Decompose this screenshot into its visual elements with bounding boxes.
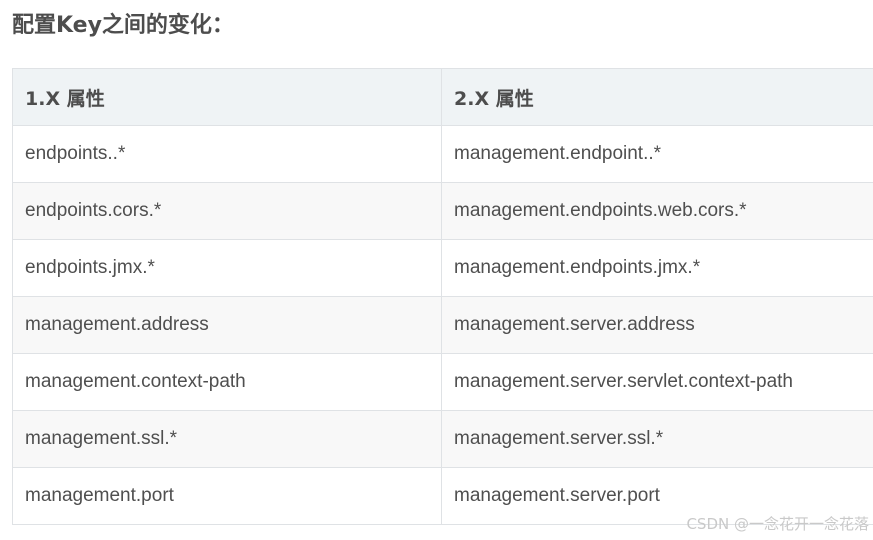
cell-2x-property: management.endpoints.web.cors.* — [441, 182, 873, 240]
column-header-1x: 1.X 属性 — [12, 68, 442, 126]
table-row: endpoints..* management.endpoint..* — [12, 125, 873, 183]
table-row: management.ssl.* management.server.ssl.* — [12, 410, 873, 468]
cell-1x-property: endpoints.jmx.* — [12, 239, 442, 297]
table-row: management.context-path management.serve… — [12, 353, 873, 411]
cell-2x-property: management.endpoint..* — [441, 125, 873, 183]
header-row: 1.X 属性 2.X 属性 — [12, 68, 873, 126]
cell-2x-property: management.server.address — [441, 296, 873, 354]
table-row: endpoints.jmx.* management.endpoints.jmx… — [12, 239, 873, 297]
csdn-watermark: CSDN @一念花开一念花落 — [686, 515, 869, 533]
cell-1x-property: management.port — [12, 467, 442, 525]
cell-2x-property: management.server.ssl.* — [441, 410, 873, 468]
table-row: endpoints.cors.* management.endpoints.we… — [12, 182, 873, 240]
cell-2x-property: management.endpoints.jmx.* — [441, 239, 873, 297]
section-heading: 配置Key之间的变化： — [12, 13, 234, 38]
cell-1x-property: management.context-path — [12, 353, 442, 411]
table-header: 1.X 属性 2.X 属性 — [12, 68, 873, 126]
cell-1x-property: management.address — [12, 296, 442, 354]
cell-1x-property: endpoints.cors.* — [12, 182, 442, 240]
cell-2x-property: management.server.servlet.context-path — [441, 353, 873, 411]
cell-1x-property: endpoints..* — [12, 125, 442, 183]
config-key-table: 1.X 属性 2.X 属性 endpoints..* management.en… — [12, 68, 873, 525]
table-body: endpoints..* management.endpoint..* endp… — [12, 125, 873, 525]
table-row: management.address management.server.add… — [12, 296, 873, 354]
column-header-2x: 2.X 属性 — [441, 68, 873, 126]
cell-1x-property: management.ssl.* — [12, 410, 442, 468]
